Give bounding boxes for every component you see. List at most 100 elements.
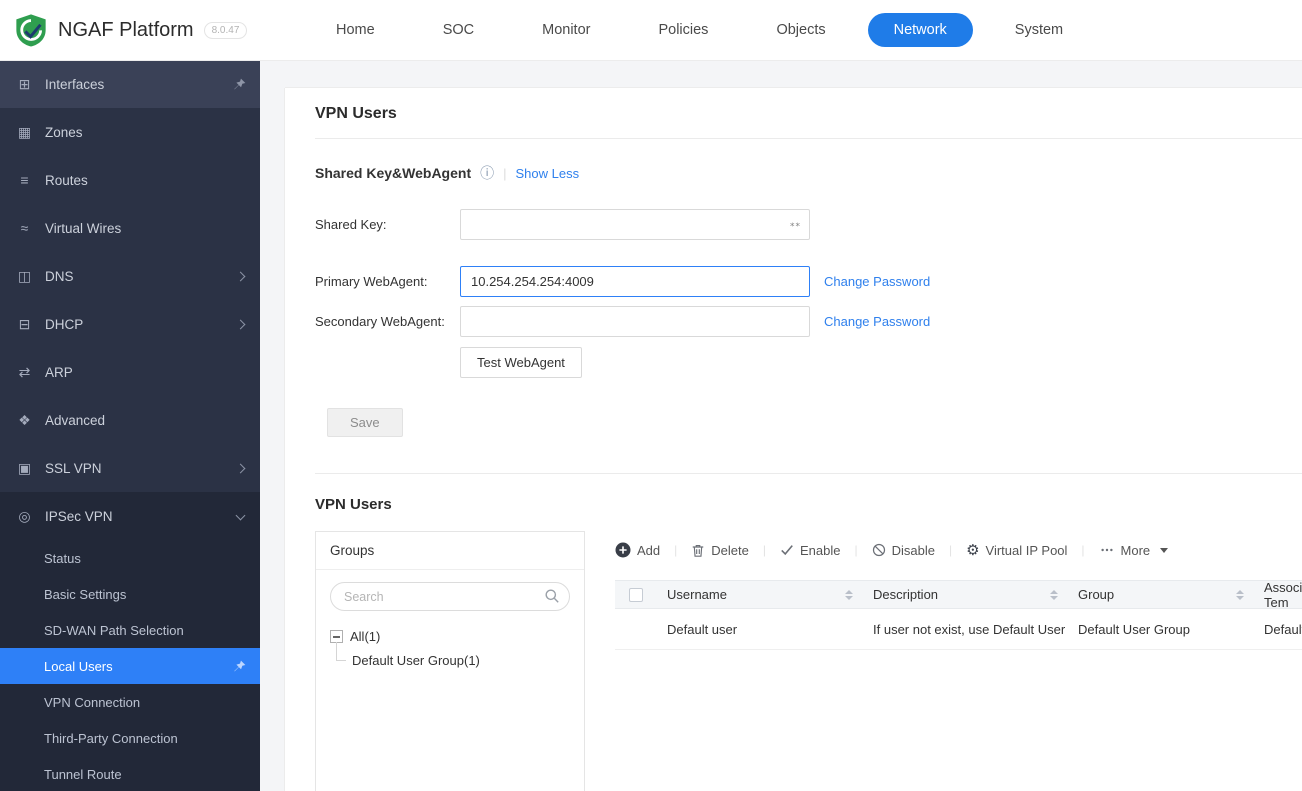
divider: | bbox=[503, 165, 507, 181]
pin-icon[interactable] bbox=[233, 660, 246, 673]
dns-icon: ◫ bbox=[17, 267, 32, 284]
nav-system[interactable]: System bbox=[989, 13, 1089, 47]
sidebar-group-ipsec-vpn: ◎ IPSec VPN Status Basic Settings SD-WAN… bbox=[0, 492, 260, 791]
sort-icon[interactable] bbox=[845, 589, 853, 600]
test-webagent-button[interactable]: Test WebAgent bbox=[460, 347, 582, 378]
chevron-right-icon bbox=[235, 463, 246, 473]
check-icon bbox=[781, 545, 793, 556]
more-button[interactable]: More bbox=[1099, 543, 1169, 558]
save-button[interactable]: Save bbox=[327, 408, 403, 437]
trash-icon bbox=[693, 544, 704, 557]
header-username[interactable]: Username bbox=[657, 587, 863, 602]
nav-soc[interactable]: SOC bbox=[417, 13, 500, 47]
sidebar-subitem-sdwan-path-selection[interactable]: SD-WAN Path Selection bbox=[0, 612, 260, 648]
change-password-link-secondary[interactable]: Change Password bbox=[824, 314, 930, 329]
groups-search-input[interactable] bbox=[330, 582, 570, 611]
sidebar-subitem-vpn-connection[interactable]: VPN Connection bbox=[0, 684, 260, 720]
sidebar-subitem-basic-settings[interactable]: Basic Settings bbox=[0, 576, 260, 612]
ellipsis-icon bbox=[1100, 548, 1113, 552]
sidebar-subitem-status[interactable]: Status bbox=[0, 540, 260, 576]
test-webagent-row: Test WebAgent bbox=[315, 347, 1302, 378]
delete-button[interactable]: Delete bbox=[691, 543, 749, 558]
sidebar-item-label: DHCP bbox=[45, 316, 84, 332]
header-associated-template[interactable]: Associated Tem bbox=[1254, 580, 1302, 610]
vpn-users-section-title: VPN Users bbox=[315, 496, 392, 513]
sidebar-item-virtual-wires[interactable]: ≈ Virtual Wires bbox=[0, 204, 260, 252]
primary-webagent-input-wrap bbox=[460, 266, 810, 297]
routes-icon: ≡ bbox=[20, 172, 29, 188]
sidebar-subitem-label: Status bbox=[44, 550, 81, 566]
header-description[interactable]: Description bbox=[863, 587, 1068, 602]
sidebar-subitem-third-party-connection[interactable]: Third-Party Connection bbox=[0, 720, 260, 756]
enable-button[interactable]: Enable bbox=[780, 543, 840, 558]
sidebar-item-label: IPSec VPN bbox=[45, 508, 113, 524]
sidebar-item-label: DNS bbox=[45, 268, 74, 284]
sort-icon[interactable] bbox=[1050, 589, 1058, 600]
sidebar-item-label: ARP bbox=[45, 364, 73, 380]
add-button[interactable]: Add bbox=[615, 542, 660, 558]
sidebar-subitem-label: Local Users bbox=[44, 658, 113, 674]
tree-node-all[interactable]: All(1) bbox=[330, 629, 570, 644]
shared-key-input[interactable] bbox=[460, 209, 810, 240]
groups-panel-title: Groups bbox=[316, 532, 584, 570]
users-table: Username Description Group Associ Tem De… bbox=[615, 580, 1302, 650]
toolbar-divider: | bbox=[854, 543, 858, 557]
change-password-link-primary[interactable]: Change Password bbox=[824, 274, 930, 289]
disable-button[interactable]: Disable bbox=[872, 543, 935, 558]
sort-icon[interactable] bbox=[1236, 589, 1244, 600]
section-divider bbox=[315, 473, 1302, 474]
cell-associated-template: Default user ter bbox=[1264, 621, 1302, 637]
zones-icon: ▦ bbox=[17, 123, 32, 140]
sidebar-item-label: SSL VPN bbox=[45, 460, 102, 476]
masked-value-icon: ⁎⁎ bbox=[790, 218, 801, 228]
show-less-link[interactable]: Show Less bbox=[516, 166, 580, 181]
secondary-webagent-input[interactable] bbox=[460, 306, 810, 337]
sidebar-subitem-label: Third-Party Connection bbox=[44, 730, 178, 746]
shared-key-label: Shared Key: bbox=[315, 217, 387, 232]
sidebar-item-dhcp[interactable]: ⊟ DHCP bbox=[0, 300, 260, 348]
table-row[interactable]: Default user If user not exist, use Defa… bbox=[615, 609, 1302, 650]
chevron-right-icon bbox=[235, 319, 246, 329]
sidebar-item-zones[interactable]: ▦ Zones bbox=[0, 108, 260, 156]
primary-webagent-input[interactable] bbox=[460, 266, 810, 297]
nav-policies[interactable]: Policies bbox=[632, 13, 734, 47]
sidebar-item-label: Zones bbox=[45, 124, 83, 140]
pin-icon[interactable] bbox=[233, 78, 246, 91]
sidebar-item-routes[interactable]: ≡ Routes bbox=[0, 156, 260, 204]
content-panel: VPN Users Shared Key&WebAgent ⓘ | Show L… bbox=[285, 88, 1302, 791]
groups-tree: All(1) Default User Group(1) bbox=[316, 621, 584, 676]
sidebar-subitem-tunnel-route[interactable]: Tunnel Route bbox=[0, 756, 260, 791]
virtual-wires-icon: ≈ bbox=[20, 220, 29, 236]
users-toolbar: Add | Delete | Enable | Disable | ⚙ Virt… bbox=[615, 535, 1302, 565]
caret-down-icon bbox=[1160, 547, 1169, 553]
vpn-users-body: Groups All(1) bbox=[315, 531, 1302, 791]
primary-webagent-row: Primary WebAgent: Change Password bbox=[315, 266, 1302, 297]
sidebar-item-interfaces[interactable]: ⊞ Interfaces bbox=[0, 60, 260, 108]
page-title: VPN Users bbox=[315, 88, 1302, 139]
groups-panel: Groups All(1) bbox=[315, 531, 585, 791]
sidebar-item-ipsec-vpn[interactable]: ◎ IPSec VPN bbox=[0, 492, 260, 540]
sidebar-item-advanced[interactable]: ❖ Advanced bbox=[0, 396, 260, 444]
ssl-vpn-icon: ▣ bbox=[17, 459, 32, 476]
nav-objects[interactable]: Objects bbox=[750, 13, 851, 47]
chevron-down-icon bbox=[235, 510, 246, 521]
users-table-area: Add | Delete | Enable | Disable | ⚙ Virt… bbox=[615, 531, 1302, 650]
virtual-ip-pool-button[interactable]: ⚙ Virtual IP Pool bbox=[966, 543, 1067, 558]
tree-node-default-user-group[interactable]: Default User Group(1) bbox=[336, 642, 570, 668]
top-header: NGAF Platform 8.0.47 Home SOC Monitor Po… bbox=[0, 0, 1302, 60]
sidebar-subitem-local-users[interactable]: Local Users bbox=[0, 648, 260, 684]
sidebar-item-dns[interactable]: ◫ DNS bbox=[0, 252, 260, 300]
header-group[interactable]: Group bbox=[1068, 587, 1254, 602]
sidebar-item-ssl-vpn[interactable]: ▣ SSL VPN bbox=[0, 444, 260, 492]
brand: NGAF Platform 8.0.47 bbox=[0, 13, 310, 47]
nav-network[interactable]: Network bbox=[867, 13, 973, 47]
table-header-row: Username Description Group Associ Tem bbox=[615, 580, 1302, 610]
nav-monitor[interactable]: Monitor bbox=[516, 13, 616, 47]
sidebar-item-arp[interactable]: ⇄ ARP bbox=[0, 348, 260, 396]
info-icon[interactable]: ⓘ bbox=[480, 163, 494, 183]
search-icon[interactable] bbox=[544, 588, 560, 604]
select-all-checkbox[interactable] bbox=[629, 587, 643, 602]
sidebar-item-label: Virtual Wires bbox=[45, 220, 122, 236]
nav-home[interactable]: Home bbox=[310, 13, 401, 47]
cell-group: Default User Group bbox=[1078, 621, 1190, 637]
